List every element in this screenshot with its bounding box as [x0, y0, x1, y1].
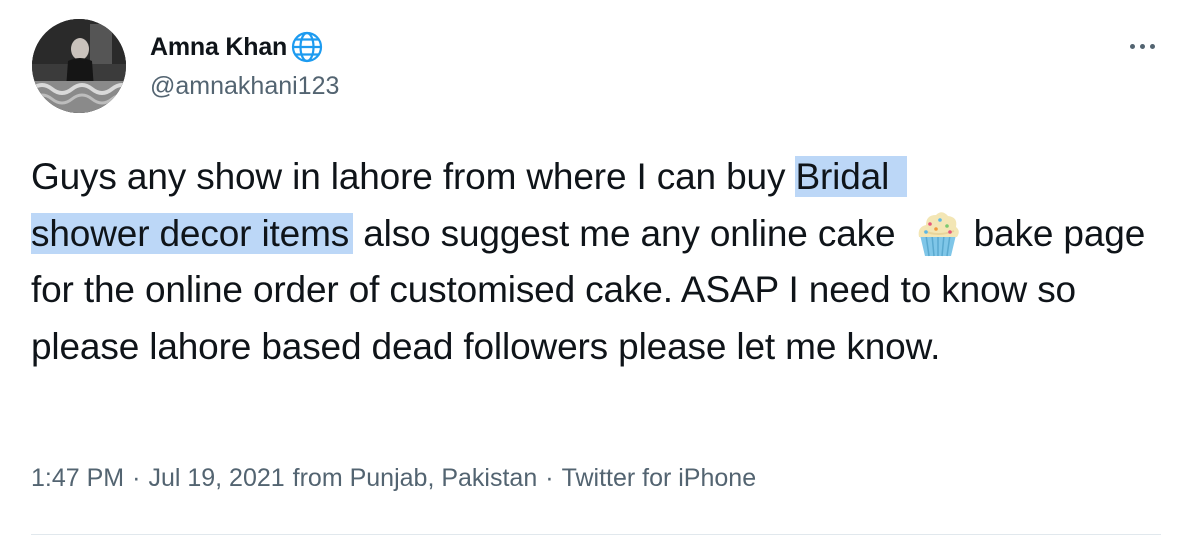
tweet-location: from Punjab, Pakistan [292, 464, 538, 492]
tweet-text-pre: Guys any show in lahore from where I can… [31, 156, 796, 197]
more-dot-icon [1139, 43, 1145, 49]
more-dot-icon [1149, 43, 1155, 49]
globe-icon [290, 30, 324, 64]
author-name-row: Amna Khan [150, 30, 324, 64]
tweet-meta: 1:47 PM · Jul 19, 2021 from Punjab, Paki… [31, 464, 756, 493]
tweet-source[interactable]: Twitter for iPhone [562, 464, 757, 493]
meta-separator: · [132, 464, 141, 492]
divider [31, 534, 1161, 535]
tweet-date[interactable]: Jul 19, 2021 [148, 464, 284, 493]
highlighted-text: Bridal [795, 156, 908, 197]
tweet-text: Guys any show in lahore from where I can… [31, 149, 1161, 375]
more-options-button[interactable] [1124, 32, 1160, 60]
cupcake-emoji-icon [912, 207, 964, 259]
avatar[interactable] [32, 19, 126, 113]
meta-separator: · [545, 464, 554, 492]
tweet-time[interactable]: 1:47 PM [31, 464, 124, 493]
tweet-text-mid: also suggest me any online cake [353, 212, 906, 254]
author-display-name[interactable]: Amna Khan [150, 33, 287, 62]
tweet-card: Amna Khan @amnakhani123 Guys any show in… [0, 0, 1190, 556]
more-dot-icon [1129, 43, 1135, 49]
highlighted-text: shower decor items [31, 212, 354, 254]
author-handle[interactable]: @amnakhani123 [150, 72, 339, 101]
